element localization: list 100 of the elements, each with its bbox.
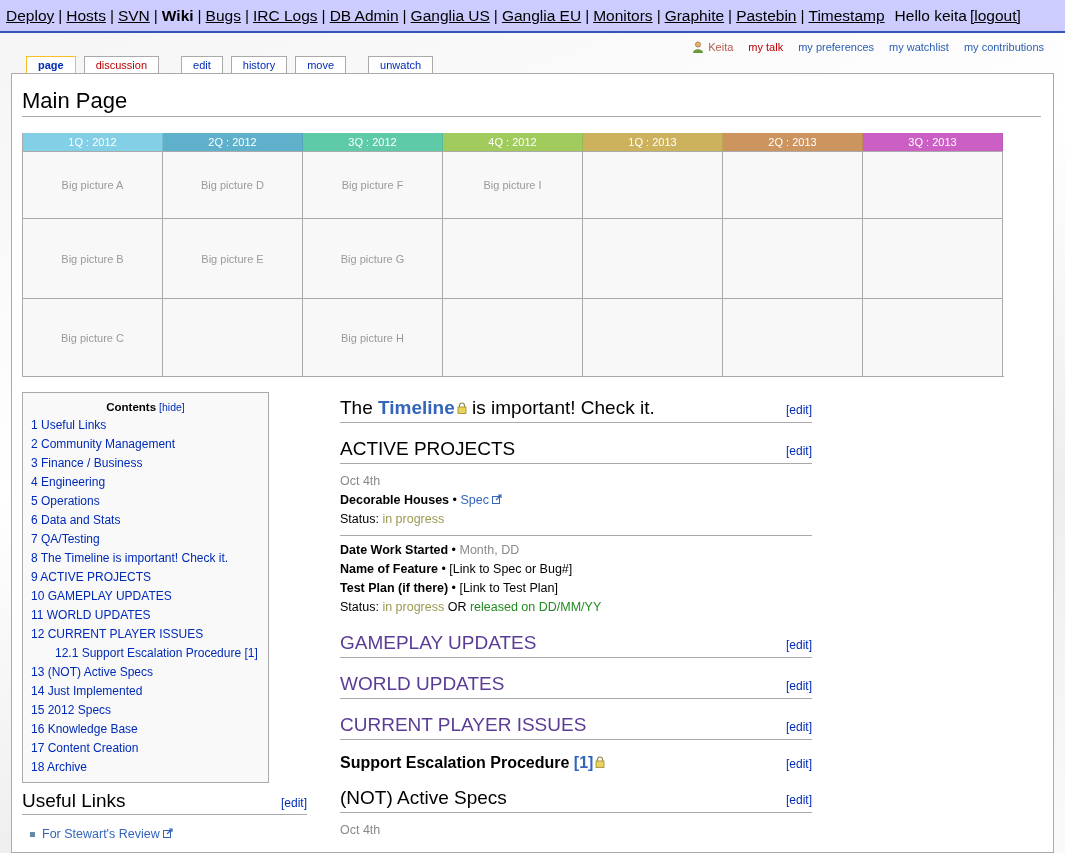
user-link[interactable]: Keita (692, 41, 734, 53)
toc-item[interactable]: 14 Just Implemented (31, 682, 260, 701)
separator: | (800, 6, 805, 25)
nav-link[interactable]: Pastebin (736, 6, 797, 25)
personal-link[interactable]: my watchlist (889, 41, 949, 53)
user-icon (692, 41, 705, 53)
edit-link[interactable]: [edit] (786, 638, 812, 652)
text-line: Name of Feature • [Link to Spec or Bug#] (340, 561, 574, 578)
separator: | (109, 6, 114, 25)
section-heading: CURRENT PLAYER ISSUES (340, 714, 587, 736)
text-line: Test Plan (if there) • [Link to Test Plan] (340, 580, 559, 597)
quarter-header: 2Q : 2012 (163, 133, 303, 151)
edit-link[interactable]: [edit] (786, 444, 812, 458)
toc-item[interactable]: 18 Archive (31, 758, 260, 777)
edit-link[interactable]: [edit] (786, 720, 812, 734)
cell-text: Big picture A (61, 179, 124, 191)
text-line: Status: in progress OR released on DD/MM/YY (340, 599, 603, 616)
text-line: Oct 4th (340, 473, 382, 490)
personal-link[interactable]: my preferences (798, 41, 874, 53)
page-tab[interactable]: unwatch (368, 56, 434, 73)
separator: | (58, 6, 63, 25)
separator: | (244, 6, 249, 25)
greeting-text: Hello keita (894, 6, 967, 25)
toc-item[interactable]: 7 QA/Testing (31, 530, 260, 549)
link[interactable]: For Stewart's Review (42, 827, 173, 841)
toc-item[interactable]: 16 Knowledge Base (31, 720, 260, 739)
link[interactable]: Timeline (378, 397, 467, 418)
nav-link[interactable]: Hosts (66, 6, 106, 25)
separator: | (493, 6, 498, 25)
page-tab[interactable]: edit (181, 56, 223, 73)
cell-text: Big picture G (340, 252, 405, 265)
nav-link[interactable]: IRC Logs (253, 6, 318, 25)
page-tab[interactable]: discussion (83, 56, 160, 73)
toc-item[interactable]: 5 Operations (31, 492, 260, 511)
nav-link[interactable]: Bugs (205, 6, 241, 25)
cell-text: Big picture D (201, 179, 264, 191)
toc-item[interactable]: 6 Data and Stats (31, 511, 260, 530)
cell-text: Big picture F (341, 179, 404, 191)
hide-link[interactable]: [hide] (159, 401, 185, 413)
nav-link[interactable]: Ganglia US (410, 6, 490, 25)
bullet-icon (30, 831, 35, 837)
toc-item[interactable]: 8 The Timeline is important! Check it. (31, 549, 260, 568)
nav-link[interactable]: DB Admin (329, 6, 399, 25)
separator: | (728, 6, 733, 25)
link[interactable]: Spec (460, 493, 502, 507)
text-line: Date Work Started • Month, DD (340, 542, 521, 559)
text-line: Oct 4th (340, 822, 382, 839)
toc-item[interactable]: 4 Engineering (31, 473, 260, 492)
quarter-header: 3Q : 2013 (863, 133, 1003, 151)
cell-text: Big picture B (61, 252, 124, 265)
nav-link[interactable]: Deploy (6, 6, 55, 25)
text-line: Decorable Houses • Spec (340, 491, 812, 510)
nav-link[interactable]: SVN (117, 6, 150, 25)
section-heading: (NOT) Active Specs (340, 787, 507, 809)
section-heading: GAMEPLAY UPDATES (340, 632, 537, 654)
nav-link[interactable]: Monitors (593, 6, 653, 25)
edit-link[interactable]: [edit] (281, 796, 307, 810)
nav-link[interactable]: Wiki (161, 6, 194, 25)
toc-item[interactable]: 12 CURRENT PLAYER ISSUES (31, 625, 260, 644)
quarter-header: 4Q : 2012 (443, 133, 583, 151)
page-tab[interactable]: history (230, 56, 288, 73)
page-tab[interactable]: move (295, 56, 347, 73)
toc-item[interactable]: 10 GAMEPLAY UPDATES (31, 587, 260, 606)
edit-link[interactable]: [edit] (786, 403, 812, 417)
edit-link[interactable]: [edit] (786, 679, 812, 693)
toc-item[interactable]: 1 Useful Links (31, 416, 260, 435)
toc-title: Contents (106, 401, 157, 413)
separator: | (402, 6, 407, 25)
section-heading: Useful Links (22, 790, 126, 812)
separator: | (197, 6, 202, 25)
text-line: Status: in progress (340, 511, 446, 528)
page-tab[interactable]: page (26, 56, 76, 73)
edit-link[interactable]: [edit] (786, 757, 812, 771)
toc-item[interactable]: 13 (NOT) Active Specs (31, 663, 260, 682)
cell-text: Big picture E (201, 252, 264, 265)
toc-item[interactable]: 2 Community Management (31, 435, 260, 454)
separator: | (321, 6, 326, 25)
quarter-header: 1Q : 2012 (23, 133, 163, 151)
separator: | (656, 6, 661, 25)
nav-link[interactable]: Ganglia EU (501, 6, 582, 25)
nav-link[interactable]: Timestamp (808, 6, 885, 25)
toc-item[interactable]: 15 2012 Specs (31, 701, 260, 720)
personal-link[interactable]: my talk (748, 41, 784, 53)
toc-item[interactable]: 12.1 Support Escalation Procedure [1] (31, 644, 260, 663)
section-heading: The Timeline is important! Check it. (340, 397, 655, 419)
separator: | (585, 6, 590, 25)
toc-item[interactable]: 9 ACTIVE PROJECTS (31, 568, 260, 587)
toc-item[interactable]: 11 WORLD UPDATES (31, 606, 260, 625)
section-heading: Support Escalation Procedure [1] (340, 754, 606, 772)
personal-link[interactable]: my contributions (963, 41, 1044, 53)
edit-link[interactable]: [edit] (786, 793, 812, 807)
page-title: Main Page (22, 84, 1041, 117)
link[interactable]: [1] (573, 754, 606, 771)
section-heading: WORLD UPDATES (340, 673, 505, 695)
cell-text: Big picture H (341, 331, 404, 344)
cell-text: Big picture C (61, 331, 124, 344)
toc-item[interactable]: 17 Content Creation (31, 739, 260, 758)
toc-item[interactable]: 3 Finance / Business (31, 454, 260, 473)
logout-link[interactable]: [logout] (969, 6, 1021, 25)
nav-link[interactable]: Graphite (664, 6, 725, 25)
